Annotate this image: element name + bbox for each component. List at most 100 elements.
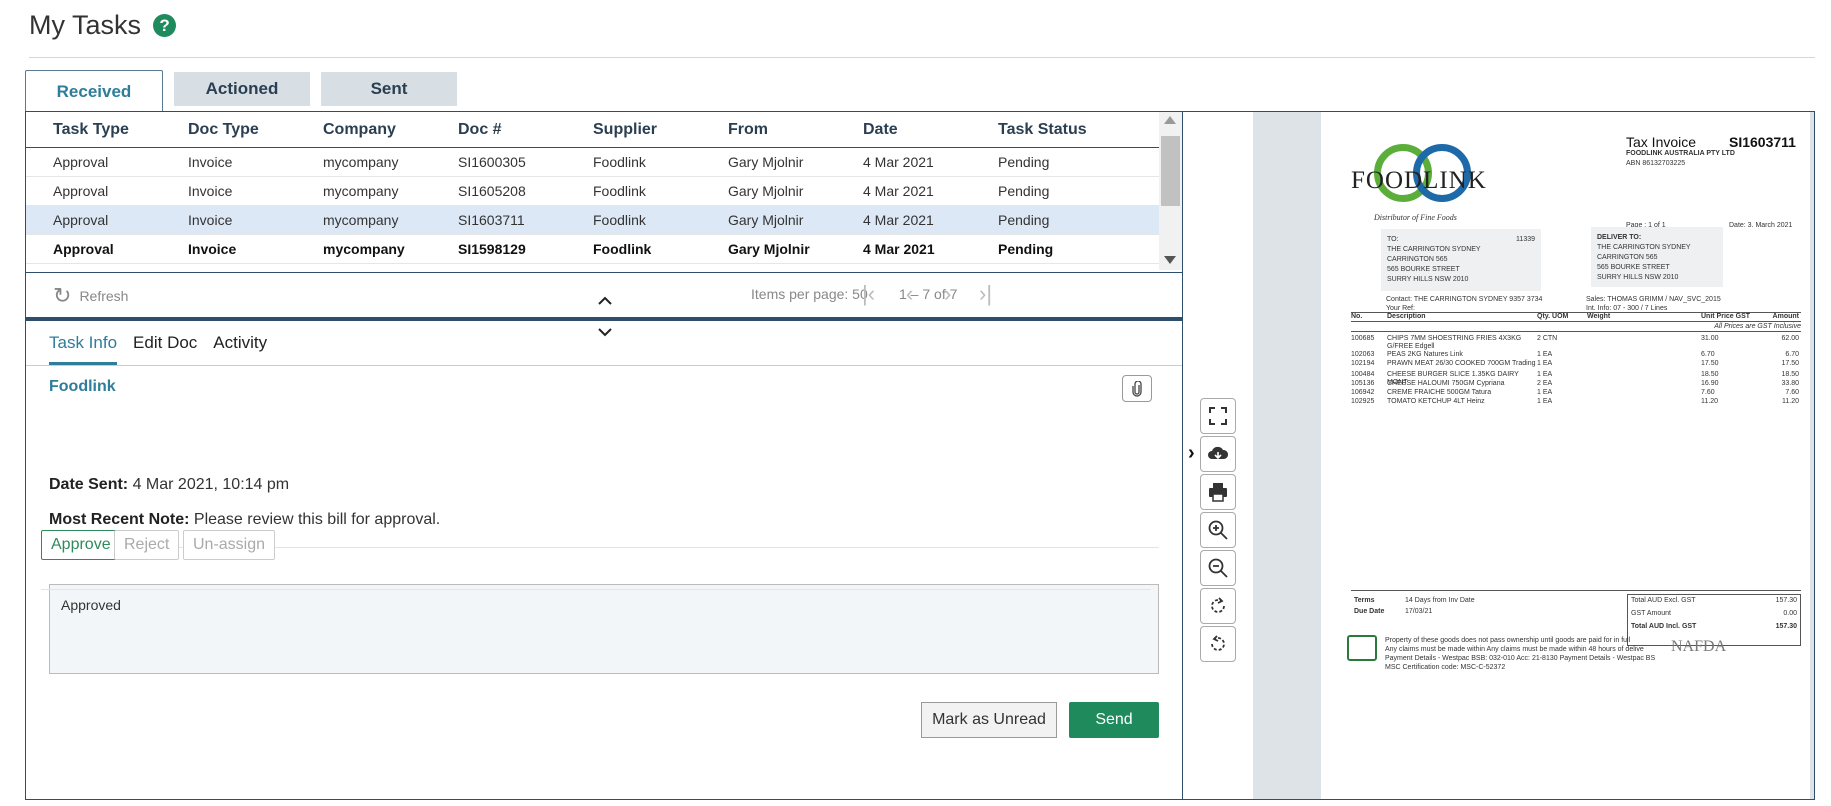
recent-note: Most Recent Note: Please review this bil… bbox=[49, 511, 440, 529]
invoice-col-qty: Qty. UOM bbox=[1537, 313, 1569, 320]
gst-label: GST Amount bbox=[1631, 610, 1671, 617]
comment-textarea[interactable]: Approved bbox=[49, 584, 1159, 674]
invoice-your-ref: Your Ref: bbox=[1386, 305, 1415, 312]
refresh-button[interactable]: ↻ Refresh bbox=[53, 285, 128, 307]
tab-received[interactable]: Received bbox=[25, 70, 163, 112]
column-doc-type[interactable]: Doc Type bbox=[161, 121, 296, 139]
page-title: My Tasks bbox=[29, 10, 142, 40]
rotate-ccw-icon bbox=[1211, 635, 1225, 651]
invoice-terms: 14 Days from Inv Date bbox=[1405, 597, 1475, 604]
attachment-button[interactable] bbox=[1122, 375, 1152, 402]
column-supplier[interactable]: Supplier bbox=[566, 121, 701, 139]
total-incl-value: 157.30 bbox=[1775, 623, 1797, 630]
invoice-sales: Sales: THOMAS GRIMM / NAV_SVC_2015 bbox=[1586, 296, 1721, 303]
table-cell: Invoice bbox=[188, 183, 233, 199]
recent-note-value: Please review this bill for approval. bbox=[193, 511, 441, 528]
column-from[interactable]: From bbox=[701, 121, 836, 139]
table-body-rule bbox=[1351, 331, 1801, 332]
invoice-terms-label: Terms bbox=[1354, 597, 1375, 604]
first-page-icon[interactable]: |‹ bbox=[862, 281, 875, 307]
items-per-page[interactable]: Items per page: 50 bbox=[751, 286, 868, 302]
column-task-type[interactable]: Task Type bbox=[26, 121, 161, 139]
invoice-cell: CREME FRAICHE 500GM Tatura bbox=[1387, 389, 1492, 396]
unassign-button[interactable]: Un-assign bbox=[183, 530, 276, 560]
table-cell: Approval bbox=[53, 241, 114, 257]
send-button[interactable]: Send bbox=[1069, 702, 1159, 738]
rotate-counterclockwise-button[interactable] bbox=[1200, 626, 1236, 662]
rotate-cw-icon bbox=[1211, 597, 1225, 613]
invoice-cell: CHEESE HALOUMI 750GM Cypriana bbox=[1387, 380, 1505, 387]
page-header: My Tasks ? bbox=[29, 10, 177, 41]
date-sent: Date Sent: 4 Mar 2021, 10:14 pm bbox=[49, 476, 289, 494]
task-grid: Task Type Doc Type Company Doc # Supplie… bbox=[26, 112, 1159, 270]
next-page-icon[interactable]: › bbox=[944, 281, 951, 307]
invoice-cell: 1 EA bbox=[1537, 360, 1553, 367]
table-cell: 4 Mar 2021 bbox=[863, 154, 934, 170]
table-cell: Foodlink bbox=[593, 212, 646, 228]
invoice-cell: 6.70 bbox=[1785, 351, 1799, 358]
table-cell: Gary Mjolnir bbox=[728, 154, 804, 170]
help-icon[interactable]: ? bbox=[153, 14, 177, 37]
zoom-in-button[interactable] bbox=[1200, 512, 1236, 548]
tab-sent[interactable]: Sent bbox=[321, 72, 457, 106]
table-cell: Pending bbox=[998, 212, 1050, 228]
approve-button[interactable]: Approve bbox=[41, 530, 121, 560]
last-page-icon[interactable]: ›| bbox=[979, 281, 992, 307]
tab-edit-doc[interactable]: Edit Doc bbox=[133, 333, 197, 365]
download-button[interactable] bbox=[1200, 436, 1236, 472]
rotate-clockwise-button[interactable] bbox=[1200, 588, 1236, 624]
table-row[interactable]: Approval Invoice mycompany SI1603711 Foodlin… bbox=[26, 206, 1159, 235]
prev-page-icon[interactable]: ‹ bbox=[906, 281, 913, 307]
supplier-name: Foodlink bbox=[49, 378, 116, 395]
document-canvas[interactable]: FOODLINK Distributor of Fine Foods Tax I… bbox=[1253, 112, 1814, 799]
tab-task-info[interactable]: Task Info bbox=[49, 333, 118, 365]
invoice-cell: 102194 bbox=[1351, 360, 1375, 367]
fullscreen-button[interactable] bbox=[1200, 398, 1236, 434]
bill-to-line: SURRY HILLS NSW 2010 bbox=[1387, 276, 1469, 283]
column-task-status[interactable]: Task Status bbox=[971, 121, 1159, 139]
totals-rule bbox=[1351, 590, 1801, 591]
invoice-logo-text: FOODLINK bbox=[1351, 167, 1487, 194]
invoice-date: Date: 3. March 2021 bbox=[1729, 222, 1793, 229]
tab-actioned[interactable]: Actioned bbox=[174, 72, 310, 106]
chevron-up-icon[interactable] bbox=[598, 293, 612, 311]
invoice-cell: 11.20 bbox=[1782, 398, 1799, 405]
table-cell: 4 Mar 2021 bbox=[863, 212, 934, 228]
column-company[interactable]: Company bbox=[296, 121, 431, 139]
paperclip-icon bbox=[1132, 380, 1142, 397]
tab-activity[interactable]: Activity bbox=[213, 333, 267, 365]
table-cell: SI1598129 bbox=[458, 241, 526, 257]
invoice-abn: ABN 86132703225 bbox=[1626, 160, 1686, 167]
task-tabs: Received Actioned Sent bbox=[25, 70, 468, 112]
invoice-cell: 17.50 bbox=[1781, 360, 1799, 367]
footer-line: MSC Certification code: MSC-C-52372 bbox=[1385, 664, 1506, 671]
chevron-right-icon[interactable]: › bbox=[1188, 442, 1195, 465]
column-date[interactable]: Date bbox=[836, 121, 971, 139]
table-cell: Pending bbox=[998, 241, 1054, 257]
deliver-to-label: DELIVER TO: bbox=[1597, 234, 1642, 241]
table-cell: SI1603711 bbox=[458, 212, 525, 228]
scroll-thumb[interactable] bbox=[1161, 136, 1180, 206]
invoice-cell: 11.20 bbox=[1701, 398, 1718, 405]
zoom-out-button[interactable] bbox=[1200, 550, 1236, 586]
grid-scrollbar[interactable] bbox=[1159, 112, 1182, 270]
invoice-cell: 106942 bbox=[1351, 389, 1375, 396]
invoice-cell: 17.50 bbox=[1701, 360, 1719, 367]
invoice-title: Tax Invoice bbox=[1626, 134, 1697, 150]
table-row[interactable]: Approval Invoice mycompany SI1598129 Foodlin… bbox=[26, 235, 1159, 264]
table-cell: Foodlink bbox=[593, 183, 646, 199]
invoice-due-label: Due Date bbox=[1354, 608, 1385, 615]
table-cell: Gary Mjolnir bbox=[728, 241, 810, 257]
reject-button[interactable]: Reject bbox=[114, 530, 180, 560]
table-row[interactable]: Approval Invoice mycompany SI1600305 Foodlin… bbox=[26, 148, 1159, 177]
table-cell: Invoice bbox=[188, 212, 233, 228]
column-doc-number[interactable]: Doc # bbox=[431, 121, 566, 139]
mark-unread-button[interactable]: Mark as Unread bbox=[921, 702, 1057, 738]
table-row[interactable]: Approval Invoice mycompany SI1605208 Foodlin… bbox=[26, 177, 1159, 206]
scroll-down-icon[interactable] bbox=[1164, 256, 1176, 264]
table-cell: Invoice bbox=[188, 241, 237, 257]
print-button[interactable] bbox=[1200, 474, 1236, 510]
invoice-cell: 2 EA bbox=[1537, 380, 1553, 387]
refresh-label: Refresh bbox=[79, 288, 129, 304]
scroll-up-icon[interactable] bbox=[1164, 116, 1176, 124]
